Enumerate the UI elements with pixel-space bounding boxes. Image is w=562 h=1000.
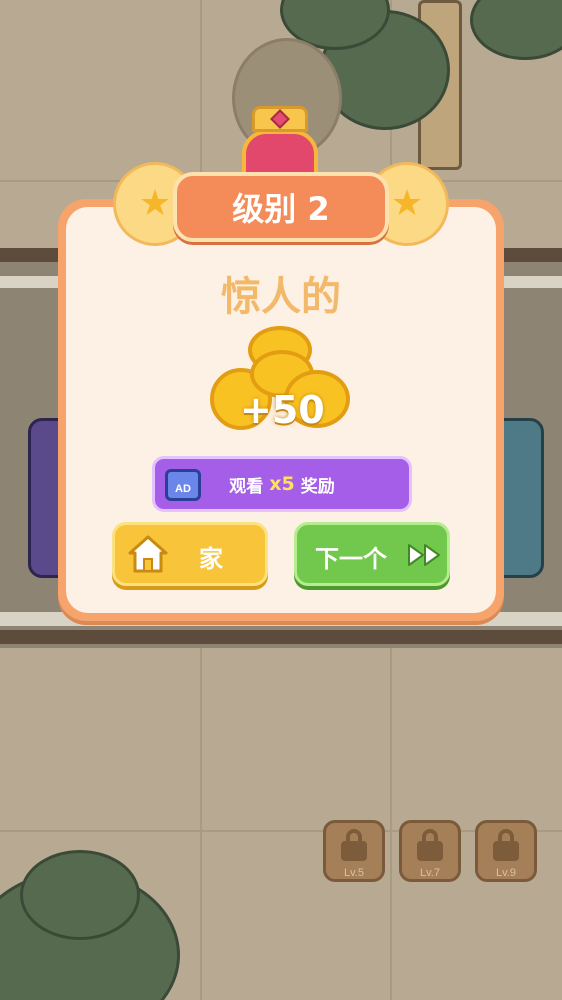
ad-badge-text: AD: [175, 483, 191, 495]
watch-ad-x5-button[interactable]: AD 观看 x5 奖励: [152, 456, 412, 512]
locked-level-tile[interactable]: Lv.5: [323, 820, 385, 882]
bush: [20, 850, 140, 940]
star-icon: ★: [390, 183, 424, 224]
home-button[interactable]: 家: [112, 522, 268, 586]
lock-icon: [493, 829, 519, 861]
ad-reward-label: 奖励: [300, 476, 335, 497]
home-icon: [128, 535, 168, 573]
fast-forward-icon: [408, 544, 440, 566]
next-level-button[interactable]: 下一个: [294, 522, 450, 586]
locked-level-label: Lv.5: [344, 867, 364, 879]
headline-text: 惊人的: [221, 274, 341, 320]
ad-video-icon: AD: [165, 469, 201, 501]
locked-level-label: Lv.7: [420, 867, 440, 879]
ad-multiplier: x5: [269, 473, 295, 495]
star-icon: ★: [138, 183, 172, 224]
level-title-plate: 级别 2: [173, 172, 389, 242]
reward-amount: +50: [240, 388, 325, 432]
level-title-banner: ★ ★ 级别 2: [113, 162, 449, 246]
home-button-label: 家: [199, 545, 223, 573]
locked-level-tile[interactable]: Lv.9: [475, 820, 537, 882]
lock-icon: [417, 829, 443, 861]
ad-watch-label: 观看: [229, 476, 264, 497]
next-button-label: 下一个: [315, 545, 387, 573]
tree-canopy: [470, 0, 562, 60]
level-title: 级别 2: [232, 190, 330, 228]
road-curb-bottom: [0, 630, 562, 644]
lock-icon: [341, 829, 367, 861]
locked-level-label: Lv.9: [496, 867, 516, 879]
locked-level-tile[interactable]: Lv.7: [399, 820, 461, 882]
